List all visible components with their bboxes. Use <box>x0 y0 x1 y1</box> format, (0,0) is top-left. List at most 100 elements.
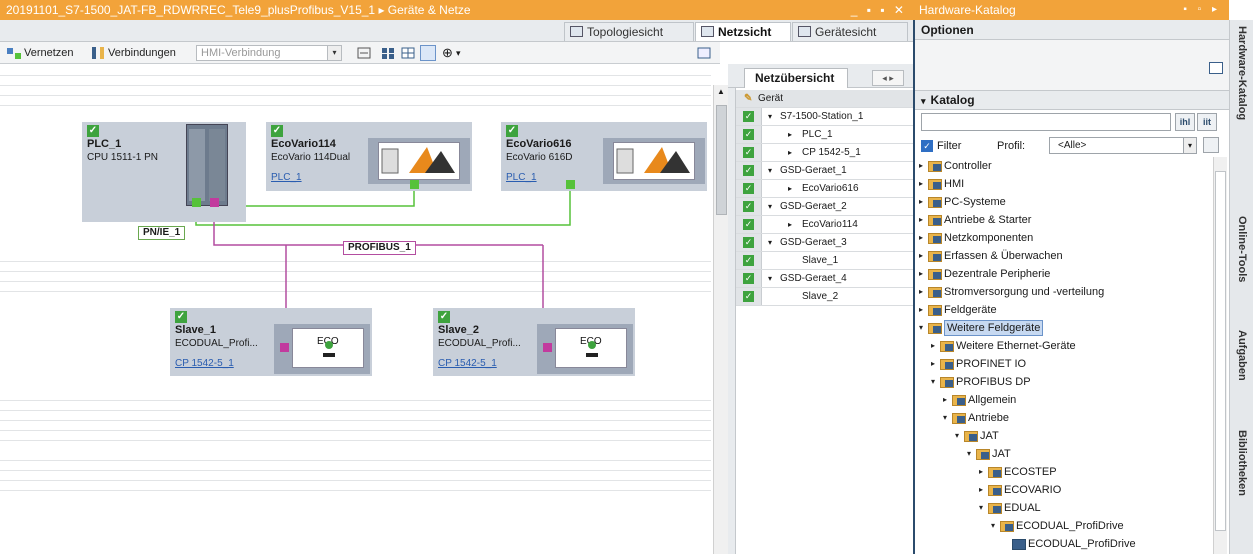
tree-item[interactable]: ▸ Controller <box>915 157 1211 175</box>
chevron-down-icon[interactable]: ▾ <box>931 373 940 391</box>
connections-icon[interactable] <box>90 45 106 61</box>
chevron-down-icon[interactable]: ▾ <box>768 198 772 215</box>
profibus-network-label[interactable]: PROFIBUS_1 <box>343 241 416 255</box>
pn-port-icon[interactable] <box>566 180 575 189</box>
tab-nav-arrows[interactable]: ◂ ▸ <box>872 70 904 86</box>
chevron-down-icon[interactable]: ▾ <box>768 108 772 125</box>
tree-item[interactable]: ▾ JAT <box>915 445 1211 463</box>
table-icon[interactable] <box>400 45 416 61</box>
chevron-down-icon[interactable]: ▾ <box>943 409 952 427</box>
pn-ie-network-label[interactable]: PN/IE_1 <box>138 226 186 240</box>
chevron-right-icon[interactable]: ▸ <box>919 211 928 229</box>
options-header[interactable]: Optionen <box>915 20 1229 40</box>
tree-item[interactable]: ▸ Weitere Ethernet-Geräte <box>915 337 1211 355</box>
chevron-down-icon[interactable]: ▾ <box>919 319 928 337</box>
network-connect-icon[interactable] <box>6 45 22 61</box>
table-row[interactable]: ✓ ▸ CP 1542-5_1 <box>736 144 913 162</box>
connections-button[interactable]: Verbindungen <box>108 45 176 61</box>
address-icon[interactable] <box>356 45 372 61</box>
catalog-search-input[interactable] <box>921 113 1171 131</box>
chevron-down-icon[interactable]: ▾ <box>768 270 772 287</box>
tree-item[interactable]: ▸ Stromversorgung und -verteilung <box>915 283 1211 301</box>
chevron-right-icon[interactable]: ▸ <box>919 301 928 319</box>
tab-libraries[interactable]: Bibliotheken <box>1232 430 1252 530</box>
table-row[interactable]: ✓ ▾ GSD-Geraet_1 <box>736 162 913 180</box>
table-row[interactable]: ✓ ▸ EcoVario114 <box>736 216 913 234</box>
tree-item[interactable]: ECODUAL_ProfiDrive <box>915 535 1211 553</box>
chevron-right-icon[interactable]: ▸ <box>943 391 952 409</box>
tab-online-tools[interactable]: Online-Tools <box>1232 216 1252 306</box>
chevron-right-icon[interactable]: ▸ <box>919 265 928 283</box>
chevron-down-icon[interactable]: ▾ <box>967 445 976 463</box>
network-canvas[interactable]: PN/IE_1 PROFIBUS_1 ✓ PLC_1 CPU 1511-1 PN… <box>0 65 711 554</box>
chevron-right-icon[interactable]: ▸ <box>979 481 988 499</box>
canvas-scrollbar[interactable]: ▲ <box>713 85 728 554</box>
hmi-connection-select[interactable]: HMI-Verbindung ▾ <box>196 45 342 61</box>
tree-item[interactable]: ▸ Netzkomponenten <box>915 229 1211 247</box>
overview-toggle-icon[interactable] <box>696 45 712 61</box>
filter-checkbox[interactable]: ✓ <box>921 140 933 152</box>
tree-item[interactable]: ▾ PROFIBUS DP <box>915 373 1211 391</box>
pn-port-icon[interactable] <box>192 198 201 207</box>
chevron-right-icon[interactable]: ▸ <box>788 144 792 161</box>
table-row[interactable]: ✓ ▾ GSD-Geraet_4 <box>736 270 913 288</box>
zoom-dropdown-icon[interactable]: ▾ <box>456 45 472 61</box>
device-assigned-link[interactable]: PLC_1 <box>271 172 302 183</box>
chevron-down-icon[interactable]: ▾ <box>768 234 772 251</box>
scroll-thumb[interactable] <box>1215 171 1226 531</box>
chevron-down-icon[interactable]: ▾ <box>768 162 772 179</box>
chevron-right-icon[interactable]: ▸ <box>788 180 792 197</box>
table-row[interactable]: ✓ ▸ PLC_1 <box>736 126 913 144</box>
device-slave-1[interactable]: ✓ Slave_1 ECODUAL_Profi... CP 1542-5_1 E… <box>170 308 372 376</box>
chevron-down-icon[interactable]: ▾ <box>955 427 964 445</box>
scroll-thumb[interactable] <box>716 105 727 215</box>
grid-icon[interactable] <box>380 45 396 61</box>
tab-topology-view[interactable]: Topologiesicht <box>564 22 694 41</box>
tab-network-overview[interactable]: Netzübersicht <box>744 68 848 88</box>
chevron-right-icon[interactable]: ▸ <box>919 229 928 247</box>
tree-item[interactable]: ▸ ECOSTEP <box>915 463 1211 481</box>
chevron-down-icon[interactable]: ▾ <box>979 499 988 517</box>
table-row[interactable]: ✓ ▸ EcoVario616 <box>736 180 913 198</box>
chevron-right-icon[interactable]: ▸ <box>919 157 928 175</box>
expand-options-icon[interactable] <box>1209 62 1223 74</box>
dp-port-icon[interactable] <box>543 343 552 352</box>
tree-item[interactable]: ▾ ECODUAL_ProfiDrive <box>915 517 1211 535</box>
table-row[interactable]: ✓ ▾ GSD-Geraet_3 <box>736 234 913 252</box>
catalog-header[interactable]: ▾ Katalog <box>915 90 1229 110</box>
search-up-button[interactable]: iit <box>1197 113 1217 131</box>
table-row[interactable]: ✓ Slave_2 <box>736 288 913 306</box>
tab-device-view[interactable]: Gerätesicht <box>792 22 908 41</box>
table-row[interactable]: ✓ ▾ S7-1500-Station_1 <box>736 108 913 126</box>
tree-item[interactable]: ▾ Weitere Feldgeräte <box>915 319 1211 337</box>
tree-item[interactable]: ▸ HMI <box>915 175 1211 193</box>
chevron-right-icon[interactable]: ▸ <box>931 355 940 373</box>
device-assigned-link[interactable]: CP 1542-5_1 <box>438 358 497 369</box>
tree-item[interactable]: ▾ JAT <box>915 427 1211 445</box>
panel-toggle-icon[interactable] <box>420 45 436 61</box>
device-ecovario114[interactable]: ✓ EcoVario114 EcoVario 114Dual PLC_1 <box>266 122 472 191</box>
catalog-scrollbar[interactable] <box>1213 157 1227 554</box>
chevron-right-icon[interactable]: ▸ <box>788 126 792 143</box>
chevron-down-icon[interactable]: ▾ <box>991 517 1000 535</box>
search-down-button[interactable]: ihl <box>1175 113 1195 131</box>
tree-item[interactable]: ▸ Feldgeräte <box>915 301 1211 319</box>
device-slave-2[interactable]: ✓ Slave_2 ECODUAL_Profi... CP 1542-5_1 E… <box>433 308 635 376</box>
profile-settings-icon[interactable] <box>1203 137 1219 153</box>
tab-hardware-catalog[interactable]: Hardware-Katalog <box>1232 26 1252 176</box>
tree-item[interactable]: ▸ PROFINET IO <box>915 355 1211 373</box>
scroll-up-icon[interactable]: ▲ <box>717 87 725 96</box>
chevron-right-icon[interactable]: ▸ <box>931 337 940 355</box>
pn-port-icon[interactable] <box>410 180 419 189</box>
tree-item[interactable]: ▾ EDUAL <box>915 499 1211 517</box>
tree-item[interactable]: ▸ Erfassen & Überwachen <box>915 247 1211 265</box>
pin-icon[interactable]: ▪ ▫ ▸ <box>1183 0 1221 20</box>
network-button[interactable]: Vernetzen <box>24 45 74 61</box>
tree-item[interactable]: ▸ ECOVARIO <box>915 481 1211 499</box>
dp-port-icon[interactable] <box>280 343 289 352</box>
chevron-right-icon[interactable]: ▸ <box>919 247 928 265</box>
chevron-right-icon[interactable]: ▸ <box>919 283 928 301</box>
chevron-right-icon[interactable]: ▸ <box>919 175 928 193</box>
tree-item[interactable]: ▾ Antriebe <box>915 409 1211 427</box>
tree-item[interactable]: ▸ Dezentrale Peripherie <box>915 265 1211 283</box>
